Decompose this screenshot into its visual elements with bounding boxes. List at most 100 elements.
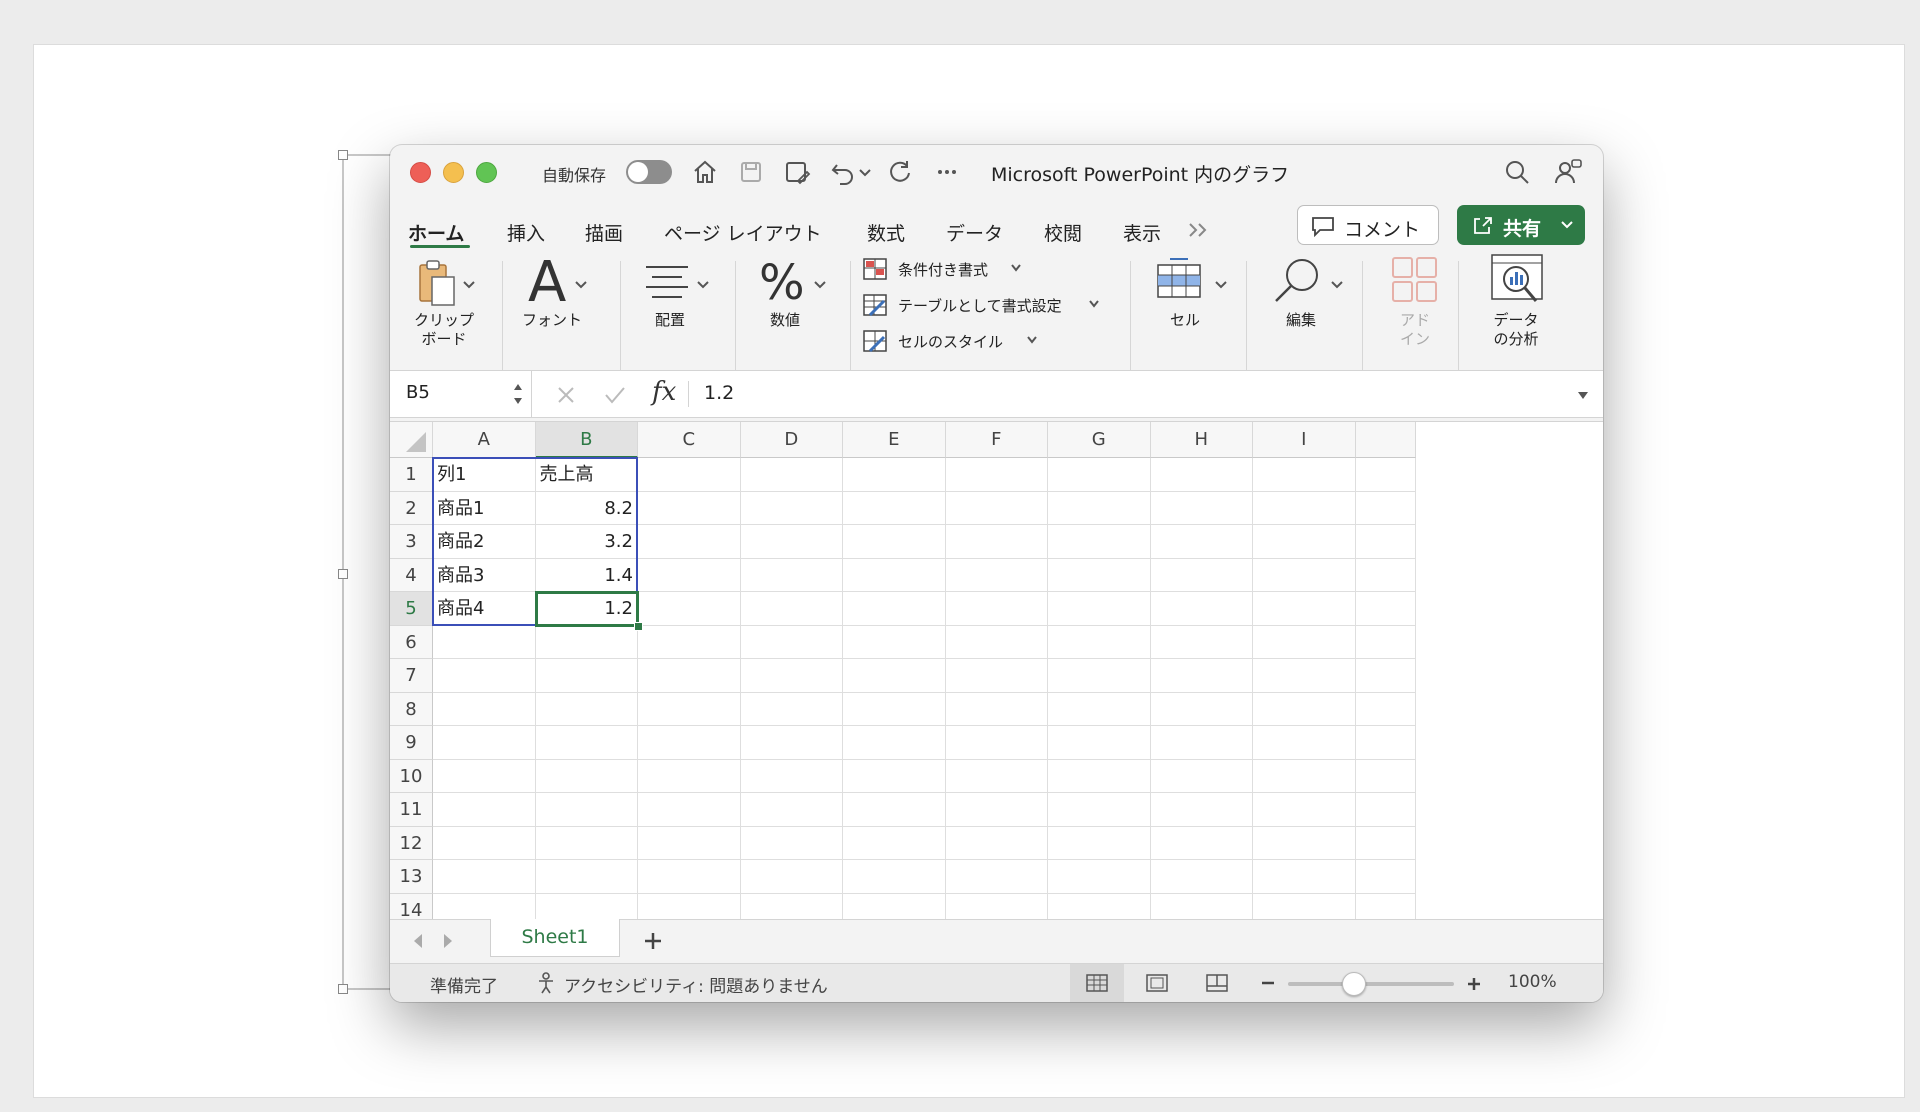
cell-h2[interactable] <box>1150 491 1253 525</box>
tab-data[interactable]: データ <box>946 219 1003 246</box>
cell-e9[interactable] <box>843 726 946 760</box>
cell-a3[interactable]: 商品2 <box>433 525 536 559</box>
cell-i2[interactable] <box>1253 491 1356 525</box>
fill-handle[interactable] <box>634 621 643 631</box>
column-header-a[interactable]: A <box>433 422 536 458</box>
cell-f14[interactable] <box>946 893 1048 920</box>
name-box[interactable]: B5 <box>390 371 532 417</box>
alignment-group[interactable]: 配置 <box>630 251 720 387</box>
cell-g5[interactable] <box>1048 592 1151 626</box>
cell-e1[interactable] <box>843 458 946 492</box>
cell-b3[interactable]: 3.2 <box>535 525 638 559</box>
cell-b5[interactable]: 1.2 <box>535 592 638 626</box>
column-header-f[interactable]: F <box>945 422 1048 458</box>
comment-button[interactable]: コメント <box>1297 205 1439 245</box>
row-header-3[interactable]: 3 <box>390 525 433 559</box>
accessibility-icon[interactable] <box>536 971 560 995</box>
cell-e5[interactable] <box>843 592 946 626</box>
cell-a6[interactable] <box>433 625 536 659</box>
cell-g14[interactable] <box>1048 893 1151 920</box>
accessibility-status[interactable]: アクセシビリティ: 問題ありません <box>564 972 828 997</box>
cell-f9[interactable] <box>945 726 1048 760</box>
cell-d4[interactable] <box>740 558 843 592</box>
spreadsheet-grid[interactable]: A B C D E F G H I 1 列1 売上高 2 商品1 8.2 3 商品2 3.2 4 商品3 1.4 5 商品4… <box>390 421 1603 920</box>
tab-view[interactable]: 表示 <box>1123 219 1161 246</box>
cell-d10[interactable] <box>740 759 843 793</box>
cell-i4[interactable] <box>1253 558 1356 592</box>
cell-f1[interactable] <box>945 458 1048 492</box>
cell-e3[interactable] <box>843 525 946 559</box>
row-header-8[interactable]: 8 <box>390 692 433 726</box>
cell-c10[interactable] <box>638 759 741 793</box>
cell-g8[interactable] <box>1048 692 1151 726</box>
font-group[interactable]: A フォント <box>512 251 602 387</box>
cell-c2[interactable] <box>638 491 741 525</box>
cell-b9[interactable] <box>535 726 638 760</box>
cell-h10[interactable] <box>1150 759 1253 793</box>
maximize-window-button[interactable] <box>476 162 497 183</box>
cell-b7[interactable] <box>535 659 638 693</box>
tab-insert[interactable]: 挿入 <box>507 219 545 246</box>
tab-draw[interactable]: 描画 <box>585 219 623 246</box>
column-header-g[interactable]: G <box>1048 422 1151 458</box>
row-header-7[interactable]: 7 <box>390 659 433 693</box>
close-window-button[interactable] <box>410 162 431 183</box>
cell-h11[interactable] <box>1150 793 1253 827</box>
cell-e2[interactable] <box>843 491 946 525</box>
resize-handle[interactable] <box>338 984 348 994</box>
cell-d7[interactable] <box>740 659 843 693</box>
cell-g10[interactable] <box>1048 759 1151 793</box>
cell-d6[interactable] <box>740 625 843 659</box>
cell-a12[interactable] <box>433 826 536 860</box>
number-group[interactable]: % 数値 <box>745 251 835 387</box>
cell-c8[interactable] <box>638 692 741 726</box>
cell-i13[interactable] <box>1253 860 1356 894</box>
cell-e13[interactable] <box>843 860 946 894</box>
more-tabs-chevron-icon[interactable] <box>1186 219 1212 241</box>
formula-input[interactable]: 1.2 <box>704 382 734 404</box>
cell-h5[interactable] <box>1150 592 1253 626</box>
cell-i14[interactable] <box>1253 893 1356 920</box>
undo-icon[interactable] <box>828 157 858 187</box>
cell-a14[interactable] <box>433 893 536 920</box>
insert-function-icon[interactable]: fx <box>652 377 676 407</box>
cell-a10[interactable] <box>433 759 536 793</box>
tab-formulas[interactable]: 数式 <box>867 219 905 246</box>
addins-group[interactable]: アド イン <box>1372 251 1452 387</box>
save-icon[interactable] <box>736 157 766 187</box>
confirm-entry-icon[interactable] <box>602 383 628 407</box>
cell-f11[interactable] <box>945 793 1048 827</box>
cell-h9[interactable] <box>1150 726 1253 760</box>
cell-a11[interactable] <box>433 793 536 827</box>
cell-h3[interactable] <box>1150 525 1253 559</box>
cell-g11[interactable] <box>1048 793 1151 827</box>
row-header-1[interactable]: 1 <box>390 458 433 492</box>
zoom-slider-thumb[interactable] <box>1342 972 1367 996</box>
cell-f3[interactable] <box>945 525 1048 559</box>
minimize-window-button[interactable] <box>443 162 464 183</box>
zoom-slider-track[interactable] <box>1288 982 1454 986</box>
cell-d2[interactable] <box>740 491 843 525</box>
cell-d5[interactable] <box>740 592 843 626</box>
cell-b14[interactable] <box>536 893 638 920</box>
cell-f6[interactable] <box>945 625 1048 659</box>
cell-i11[interactable] <box>1253 793 1356 827</box>
cell-b12[interactable] <box>535 826 638 860</box>
column-header-i[interactable]: I <box>1253 422 1356 458</box>
cell-c6[interactable] <box>638 625 741 659</box>
cell-e14[interactable] <box>843 893 946 920</box>
share-button[interactable]: 共有 <box>1457 205 1585 245</box>
zoom-out-icon[interactable] <box>1260 976 1276 990</box>
zoom-in-icon[interactable] <box>1466 976 1482 992</box>
cell-a9[interactable] <box>433 726 536 760</box>
select-all-corner[interactable] <box>390 422 433 458</box>
cell-a1[interactable]: 列1 <box>433 458 536 492</box>
cell-e11[interactable] <box>843 793 946 827</box>
cell-b4[interactable]: 1.4 <box>535 558 638 592</box>
account-icon[interactable] <box>1553 157 1583 187</box>
cell-a5[interactable]: 商品4 <box>433 592 536 626</box>
cell-b10[interactable] <box>535 759 638 793</box>
cell-c13[interactable] <box>638 860 741 894</box>
cell-c3[interactable] <box>638 525 741 559</box>
cell-i9[interactable] <box>1253 726 1356 760</box>
